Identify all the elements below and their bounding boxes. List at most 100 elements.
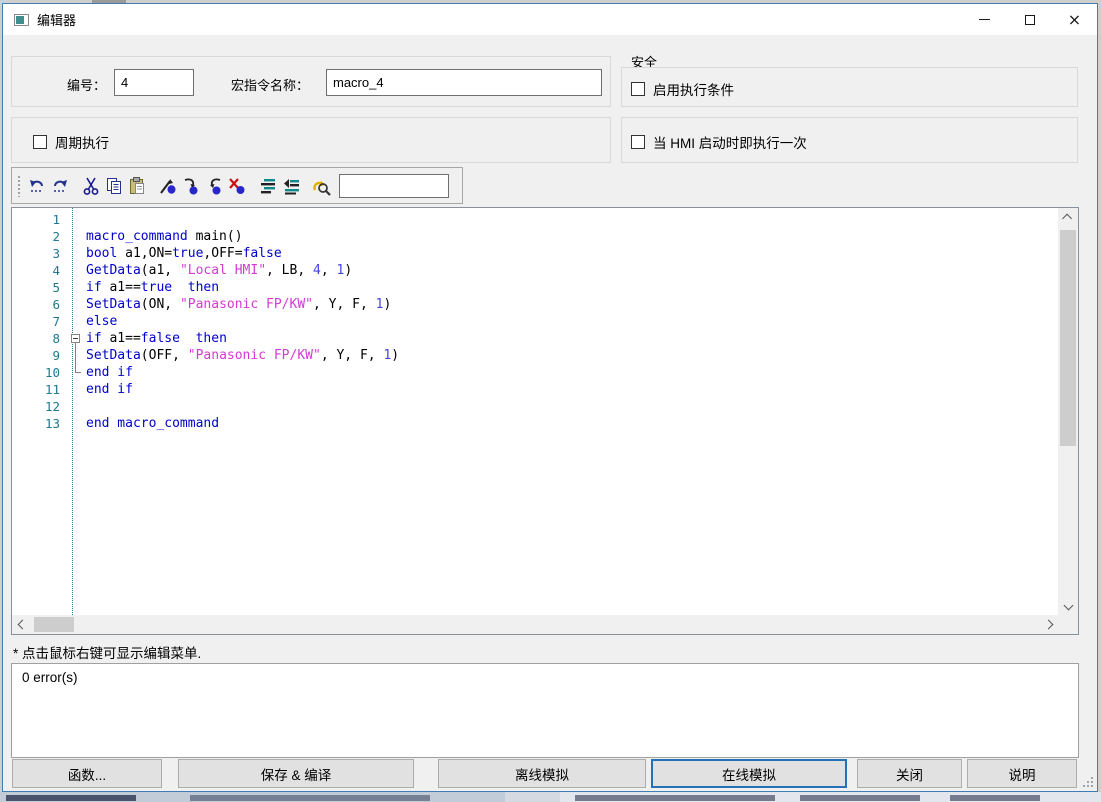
clipped-text [190,795,430,801]
outdent-icon[interactable] [279,174,302,197]
find-replace-icon[interactable] [310,174,333,197]
minimize-button[interactable] [962,4,1007,35]
scroll-right-icon[interactable] [1038,615,1058,634]
minimize-icon [979,19,990,20]
line-number: 3 [12,246,64,261]
redo-icon[interactable] [48,174,71,197]
code-editor[interactable]: 12macro_command main()3 bool a1,ON=true,O… [11,207,1079,635]
code-line[interactable]: 12 [12,398,1058,415]
line-number: 1 [12,212,64,227]
code-text: SetData(ON, "Panasonic FP/KW", Y, F, 1) [86,297,391,312]
code-line[interactable]: 8if a1==false then [12,330,1058,347]
code-line[interactable]: 7else [12,313,1058,330]
code-area[interactable]: 12macro_command main()3 bool a1,ON=true,O… [12,208,1058,615]
close-dialog-button[interactable]: 关闭 [857,759,962,788]
number-label: 编号： [67,75,106,94]
macro-editor-icon [14,14,29,26]
line-number: 11 [12,382,64,397]
fold-marker [70,364,86,381]
toggle-bookmark-icon[interactable] [156,174,179,197]
startup-checkbox-row[interactable]: 当 HMI 启动时即执行一次 [631,132,807,152]
scroll-down-icon[interactable] [1058,595,1078,615]
line-number: 4 [12,263,64,278]
help-button[interactable]: 说明 [967,759,1077,788]
offline-sim-button[interactable]: 离线模拟 [438,759,646,788]
periodic-checkbox-row[interactable]: 周期执行 [33,132,109,152]
collapse-icon[interactable] [71,334,80,343]
fold-column [70,279,86,296]
maximize-button[interactable] [1007,4,1052,35]
code-line[interactable]: 5if a1==true then [12,279,1058,296]
clipped-text [575,795,775,801]
periodic-checkbox[interactable] [33,135,47,149]
titlebar[interactable]: 编辑器 × [3,4,1097,35]
fold-marker[interactable] [70,330,86,347]
close-icon: × [1068,12,1081,28]
enable-condition-checkbox[interactable] [631,82,645,96]
vertical-scrollbar[interactable] [1058,208,1078,615]
function-button[interactable]: 函数... [12,759,162,788]
fold-column [70,296,86,313]
online-sim-button[interactable]: 在线模拟 [651,759,847,788]
line-number: 8 [12,331,64,346]
maximize-icon [1025,15,1035,25]
fold-column [70,262,86,279]
paste-icon[interactable] [125,174,148,197]
code-line[interactable]: 1 [12,211,1058,228]
startup-checkbox[interactable] [631,135,645,149]
cut-icon[interactable] [79,174,102,197]
scrollbar-corner [1058,615,1078,634]
scroll-up-icon[interactable] [1058,208,1078,228]
enable-condition-label: 启用执行条件 [653,79,734,99]
fold-column [70,245,86,262]
undo-icon[interactable] [25,174,48,197]
toolbar-search-input[interactable] [339,174,449,198]
code-text: else [86,314,117,329]
background-window-bottom [0,792,1101,802]
previous-bookmark-icon[interactable] [202,174,225,197]
startup-label: 当 HMI 启动时即执行一次 [653,132,807,152]
line-number: 9 [12,348,64,363]
number-input[interactable] [114,69,194,96]
code-line[interactable]: 2macro_command main() [12,228,1058,245]
screen: 编辑器 × 编号： 宏指令名称： 安全 启用执行条件 周期执行 [0,0,1101,802]
code-line[interactable]: 6SetData(ON, "Panasonic FP/KW", Y, F, 1) [12,296,1058,313]
toolbar-grip[interactable] [17,175,21,197]
clipped-text [950,795,1040,801]
close-button[interactable]: × [1052,4,1097,35]
code-line[interactable]: 3 bool a1,ON=true,OFF=false [12,245,1058,262]
periodic-label: 周期执行 [55,132,109,152]
enable-condition-checkbox-row[interactable]: 启用执行条件 [631,79,734,99]
next-bookmark-icon[interactable] [179,174,202,197]
code-text: if a1==true then [86,280,219,295]
window-controls: × [962,4,1097,35]
code-line[interactable]: 9 SetData(OFF, "Panasonic FP/KW", Y, F, 1… [12,347,1058,364]
goto-line-icon[interactable] [256,174,279,197]
line-number: 13 [12,416,64,431]
window-title: 编辑器 [37,10,76,29]
macro-name-input[interactable] [326,69,602,96]
startup-group: 当 HMI 启动时即执行一次 [621,117,1078,163]
macro-name-label: 宏指令名称： [231,75,309,94]
code-line[interactable]: 10end if [12,364,1058,381]
clear-bookmarks-icon[interactable] [225,174,248,197]
editor-toolbar [11,167,463,204]
code-line[interactable]: 4GetData(a1, "Local HMI", LB, 4, 1) [12,262,1058,279]
vertical-scrollbar-thumb[interactable] [1060,230,1076,446]
scroll-left-icon[interactable] [12,615,32,634]
resize-grip-icon[interactable] [1083,777,1094,788]
copy-icon[interactable] [102,174,125,197]
code-line[interactable]: 13end macro_command [12,415,1058,432]
horizontal-scrollbar[interactable] [12,615,1058,634]
fold-column [70,381,86,398]
code-text: SetData(OFF, "Panasonic FP/KW", Y, F, 1) [86,348,399,363]
horizontal-scrollbar-thumb[interactable] [34,617,74,632]
security-group: 启用执行条件 [621,67,1078,107]
fold-column [70,211,86,228]
code-text: bool a1,ON=true,OFF=false [86,246,282,261]
periodic-group: 周期执行 [11,117,611,163]
code-line[interactable]: 11end if [12,381,1058,398]
save-compile-button[interactable]: 保存 & 编译 [178,759,414,788]
clipped-text [800,795,920,801]
id-name-group: 编号： 宏指令名称： [11,56,611,107]
